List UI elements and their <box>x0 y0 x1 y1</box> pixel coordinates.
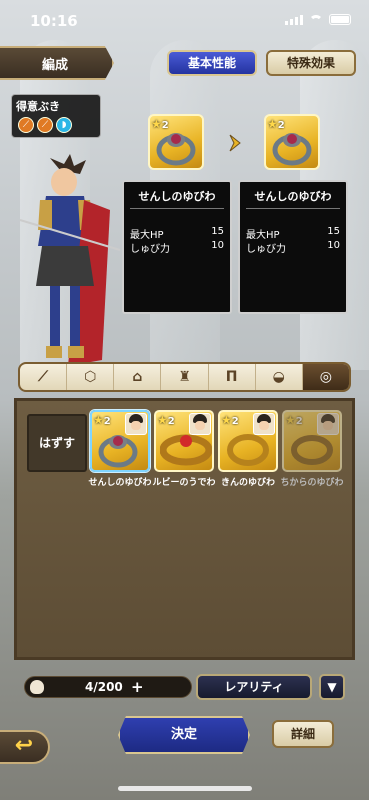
rarity-sort-button[interactable]: レアリティ <box>196 674 312 700</box>
weapon-type-icon: ◗ <box>56 117 72 133</box>
inventory-item[interactable]: ★2 <box>154 410 214 472</box>
tab-armor[interactable]: ♜ <box>161 364 209 390</box>
weapon-type-icon: ⟋ <box>37 117 53 133</box>
tab-shield[interactable]: ⬡ <box>67 364 115 390</box>
divider <box>246 208 340 209</box>
inventory-item[interactable]: ★2 <box>218 410 278 472</box>
favorite-weapon-panel: 得意ぶき ⟋ ⟋ ◗ <box>11 94 101 138</box>
sword-icon: ⟋ <box>38 369 48 385</box>
ring-icon <box>227 434 269 466</box>
special-effect-button[interactable]: 特殊効果 <box>266 50 356 76</box>
stat-value: 15 <box>211 226 224 237</box>
stat-label: しゅび力 <box>130 244 170 255</box>
new-stats-card: せんしのゆびわ 最大HP 15 しゅび力 10 <box>238 180 348 314</box>
inventory-item-name: せんしのゆびわ <box>88 478 152 488</box>
helmet-icon: ⌂ <box>132 369 143 385</box>
character-figure <box>19 154 121 366</box>
rarity-value: 2 <box>231 416 239 427</box>
tab-ring[interactable]: ◎ <box>302 364 349 390</box>
stat-value: 10 <box>327 240 340 251</box>
weapon-type-icon: ⟋ <box>18 117 34 133</box>
armor-icon: ♜ <box>178 369 191 385</box>
equipment-category-tabs: ⟋ ⬡ ⌂ ♜ Π ◒ ◎ <box>18 362 351 392</box>
formation-tab[interactable]: 編成 <box>0 46 114 80</box>
stat-label: 最大HP <box>130 230 164 241</box>
status-bar: 10:16 <box>0 0 369 40</box>
back-button[interactable]: ↩ <box>0 730 50 764</box>
detail-button[interactable]: 詳細 <box>272 720 334 748</box>
home-indicator[interactable] <box>118 786 252 791</box>
bracelet-icon <box>160 434 212 466</box>
inventory-count: 4/200 <box>85 680 123 694</box>
star-icon: ★ <box>93 413 104 427</box>
inventory-item-name: きんのゆびわ <box>220 478 275 488</box>
bag-icon <box>30 680 44 694</box>
confirm-button[interactable]: 決定 <box>118 716 250 754</box>
favorite-weapon-label: 得意ぶき <box>16 100 60 113</box>
ring-icon <box>291 435 333 465</box>
ring-icon: ◎ <box>319 369 333 385</box>
star-icon: ★ <box>285 413 296 427</box>
status-time: 10:16 <box>30 12 78 30</box>
star-icon: ★ <box>221 413 232 427</box>
stat-value: 10 <box>211 240 224 251</box>
current-equipment-slot[interactable]: ★2 <box>148 114 204 170</box>
tab-accessory[interactable]: ◒ <box>256 364 303 390</box>
current-item-name: せんしのゆびわ <box>138 190 216 203</box>
tab-weapon[interactable]: ⟋ <box>20 364 68 390</box>
sort-order-button[interactable]: ▼ <box>319 674 345 700</box>
wifi-icon <box>309 14 323 25</box>
battery-icon <box>329 14 351 25</box>
chevron-right-icon <box>229 134 241 152</box>
tab-pants[interactable]: Π <box>209 364 256 390</box>
current-stats-card: せんしのゆびわ 最大HP 15 しゅび力 10 <box>122 180 232 314</box>
inventory-item-name: ちからのゆびわ <box>280 478 344 488</box>
rarity-value: 2 <box>295 416 303 427</box>
pants-icon: Π <box>225 369 238 385</box>
divider <box>130 208 224 209</box>
star-icon: ★ <box>157 413 168 427</box>
inventory-count-bar: 4/200 + <box>24 676 192 698</box>
ring-icon <box>272 133 312 166</box>
chevron-down-icon: ▼ <box>327 680 337 694</box>
rarity-value: 2 <box>103 416 111 427</box>
formation-label: 編成 <box>42 58 69 73</box>
stat-value: 15 <box>327 226 340 237</box>
stat-label: 最大HP <box>246 230 280 241</box>
new-item-name: せんしのゆびわ <box>254 190 332 203</box>
unequip-button[interactable]: はずす <box>27 414 87 472</box>
expand-inventory-button[interactable]: + <box>131 678 144 696</box>
inventory-item-name: ルビーのうでわ <box>152 478 216 488</box>
ring-icon <box>156 133 196 166</box>
tab-helmet[interactable]: ⌂ <box>114 364 162 390</box>
stat-label: しゅび力 <box>246 244 286 255</box>
shield-icon: ⬡ <box>84 369 97 385</box>
signal-icon <box>285 14 303 25</box>
basic-stats-button[interactable]: 基本性能 <box>167 50 257 76</box>
inventory-item[interactable]: ★2 <box>282 410 342 472</box>
back-arrow-icon: ↩ <box>14 733 34 758</box>
ring-icon <box>98 435 138 468</box>
inventory-item[interactable]: ★2 <box>90 410 150 472</box>
rarity-value: 2 <box>167 416 175 427</box>
accessory-icon: ◒ <box>272 369 285 385</box>
new-equipment-slot[interactable]: ★2 <box>264 114 320 170</box>
